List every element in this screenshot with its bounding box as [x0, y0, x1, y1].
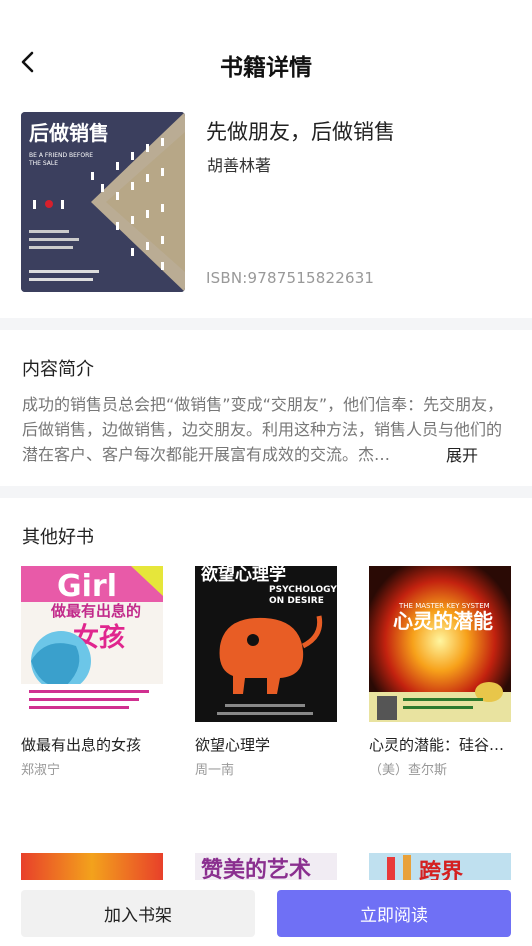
book-author: 胡善林著: [207, 156, 272, 175]
svg-text:Girl: Girl: [57, 569, 117, 604]
intro-text: 成功的销售员总会把“做销售”变成“交朋友”，他们信奉：先交朋友，后做销售，边做销…: [22, 395, 504, 464]
book-author: （美）查尔斯: [369, 763, 448, 778]
book-thumb[interactable]: 跨界: [369, 853, 511, 883]
cover-headline: 后做销售: [29, 121, 109, 145]
intro-title: 内容简介: [22, 359, 94, 380]
book-name: 欲望心理学: [195, 736, 271, 754]
book-name: 心灵的潜能：硅谷…: [369, 736, 505, 754]
book-cover: 后做销售 BE A FRIEND BEFORE THE SALE: [21, 112, 185, 292]
expand-button[interactable]: 展开: [444, 442, 479, 466]
book-isbn: ISBN:9787515822631: [206, 269, 375, 287]
section-divider: [0, 486, 532, 498]
book-card[interactable]: Girl 做最有出息的 女孩 做最有出息的女孩 郑淑宁: [21, 566, 163, 778]
book-info: 后做销售 BE A FRIEND BEFORE THE SALE 先做朋友，后做…: [0, 112, 532, 292]
section-divider: [0, 318, 532, 330]
book-thumb[interactable]: [21, 853, 163, 883]
book-grid-row-2: 赞美的艺术 跨界: [0, 853, 532, 883]
book-thumb[interactable]: THE MASTER KEY SYSTEM 心灵的潜能: [369, 566, 511, 722]
book-author: 郑淑宁: [21, 763, 61, 778]
svg-text:做最有出息的: 做最有出息的: [50, 602, 141, 620]
others-title: 其他好书: [22, 527, 94, 548]
svg-text:欲望心理学: 欲望心理学: [200, 566, 286, 585]
book-thumb[interactable]: Girl 做最有出息的 女孩: [21, 566, 163, 722]
book-card[interactable]: 欲望心理学 PSYCHOLOGY ON DESIRE 欲望心理学 周一南: [195, 566, 337, 778]
read-now-button[interactable]: 立即阅读: [277, 890, 511, 937]
book-card[interactable]: THE MASTER KEY SYSTEM 心灵的潜能 心灵的潜能：硅谷… （美…: [369, 566, 511, 778]
page-title: 书籍详情: [220, 55, 312, 81]
bottom-action-bar: 加入书架 立即阅读: [0, 880, 532, 946]
svg-text:心灵的潜能: 心灵的潜能: [393, 609, 493, 633]
svg-text:PSYCHOLOGY: PSYCHOLOGY: [269, 585, 337, 595]
svg-text:THE SALE: THE SALE: [28, 160, 58, 167]
book-author: 周一南: [195, 763, 235, 778]
add-to-shelf-button[interactable]: 加入书架: [21, 890, 255, 937]
header: 书籍详情: [0, 0, 532, 120]
book-thumb[interactable]: 赞美的艺术: [195, 853, 337, 883]
book-name: 做最有出息的女孩: [21, 736, 142, 754]
svg-text:BE A FRIEND BEFORE: BE A FRIEND BEFORE: [29, 152, 93, 159]
book-title: 先做朋友，后做销售: [206, 120, 395, 144]
svg-text:ON DESIRE: ON DESIRE: [269, 596, 324, 606]
book-thumb[interactable]: 欲望心理学 PSYCHOLOGY ON DESIRE: [195, 566, 337, 722]
